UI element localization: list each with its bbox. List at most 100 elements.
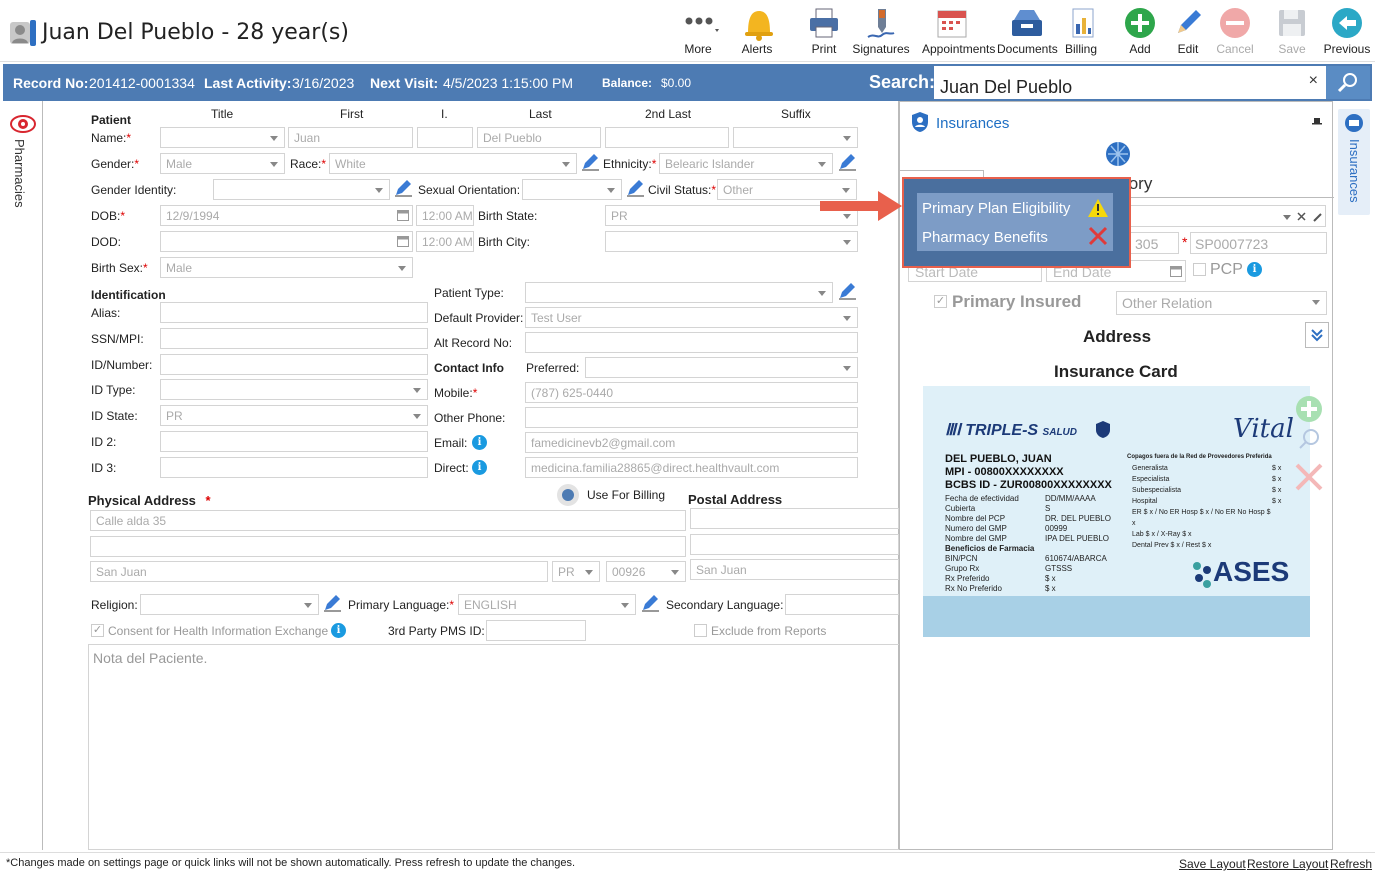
religion-pencil-icon[interactable] xyxy=(323,594,341,612)
religion-select[interactable] xyxy=(140,594,319,615)
alt-record-input[interactable] xyxy=(525,332,858,353)
dod-calendar-icon[interactable] xyxy=(397,235,409,247)
pharmacies-tab[interactable]: Pharmacies xyxy=(12,139,27,208)
more-dots-icon xyxy=(668,4,728,42)
patient-notes[interactable]: Nota del Paciente. xyxy=(88,644,899,850)
previous-button[interactable]: Previous xyxy=(1317,4,1375,60)
end-date-calendar-icon[interactable] xyxy=(1170,265,1182,277)
refresh-link[interactable]: Refresh xyxy=(1330,857,1372,871)
card-actions-icon[interactable] xyxy=(1293,395,1325,495)
search-button[interactable] xyxy=(1326,66,1370,99)
title-select[interactable] xyxy=(160,127,285,148)
more-button[interactable]: More xyxy=(668,4,728,60)
email-info-icon[interactable]: i xyxy=(472,435,487,450)
birth-sex-select[interactable]: Male xyxy=(160,257,413,278)
ethnicity-label: Ethnicity:* xyxy=(603,157,657,171)
second-last-input[interactable] xyxy=(605,127,729,148)
primary-plan-eligibility-item[interactable]: Primary Plan Eligibility xyxy=(917,193,1113,221)
search-input[interactable]: Juan Del Pueblo × xyxy=(934,66,1326,99)
pharmacy-benefits-item[interactable]: Pharmacy Benefits xyxy=(917,222,1113,250)
initial-input[interactable] xyxy=(417,127,473,148)
physical-state-select[interactable]: PR xyxy=(552,561,600,582)
first-name-input[interactable]: Juan xyxy=(288,127,413,148)
use-for-billing-radio[interactable] xyxy=(557,484,579,506)
preferred-select[interactable] xyxy=(585,357,858,378)
email-input[interactable]: famedicinevb2@gmail.com xyxy=(525,432,858,453)
documents-button[interactable]: Documents xyxy=(997,4,1058,60)
pcp-checkbox[interactable] xyxy=(1193,263,1206,276)
suffix-select[interactable] xyxy=(733,127,858,148)
billing-button[interactable]: Billing xyxy=(1051,4,1111,60)
cancel-button[interactable]: Cancel xyxy=(1205,4,1265,60)
id3-input[interactable] xyxy=(160,457,428,478)
id-number-input[interactable] xyxy=(160,354,428,375)
dob-input[interactable]: 12/9/1994 xyxy=(160,205,413,226)
primary-language-pencil-icon[interactable] xyxy=(641,594,659,612)
dod-input[interactable] xyxy=(160,231,413,252)
id-type-select[interactable] xyxy=(160,379,428,400)
policy-number-input[interactable]: SP0007723 xyxy=(1190,232,1327,254)
primary-language-select[interactable]: ENGLISH xyxy=(458,594,636,615)
insurance-shield-icon xyxy=(912,112,928,132)
default-provider-label: Default Provider: xyxy=(434,311,524,325)
pin-icon[interactable] xyxy=(1312,116,1322,126)
card-copay-row: Generalista $ x xyxy=(1132,465,1282,472)
consent-info-icon[interactable]: i xyxy=(331,623,346,638)
default-provider-select[interactable]: Test User xyxy=(525,307,858,328)
race-select[interactable]: White xyxy=(329,153,577,174)
direct-input[interactable]: medicina.familia28865@direct.healthvault… xyxy=(525,457,858,478)
ethnicity-edit-pencil-icon[interactable] xyxy=(838,153,856,171)
signatures-button[interactable]: Signatures xyxy=(851,4,911,60)
physical-city-input[interactable]: San Juan xyxy=(90,561,548,582)
restore-layout-link[interactable]: Restore Layout xyxy=(1247,857,1328,871)
plan-select-controls-icon[interactable] xyxy=(1281,212,1325,222)
physical-line1-input[interactable]: Calle alda 35 xyxy=(90,510,686,531)
race-edit-pencil-icon[interactable] xyxy=(581,153,599,171)
save-layout-link[interactable]: Save Layout xyxy=(1179,857,1246,871)
alias-input[interactable] xyxy=(160,302,428,323)
mobile-input[interactable]: (787) 625-0440 xyxy=(525,382,858,403)
birth-city-select[interactable] xyxy=(605,231,858,252)
ssn-input[interactable] xyxy=(160,328,428,349)
third-party-input[interactable] xyxy=(486,620,586,641)
postal-line2-input[interactable] xyxy=(690,534,899,555)
direct-info-icon[interactable]: i xyxy=(472,460,487,475)
ethnicity-select[interactable]: Belearic Islander xyxy=(659,153,833,174)
save-button[interactable]: Save xyxy=(1262,4,1322,60)
expand-address-button[interactable] xyxy=(1305,322,1329,348)
insurances-side-tab[interactable]: Insurances xyxy=(1338,109,1370,215)
exclude-reports-checkbox[interactable] xyxy=(694,624,707,637)
patient-type-pencil-icon[interactable] xyxy=(838,282,856,300)
consent-checkbox[interactable]: ✓ xyxy=(91,624,104,637)
id-state-select[interactable]: PR xyxy=(160,405,428,426)
dob-time-input[interactable]: 12:00 AM xyxy=(416,205,474,226)
pharmacy-eye-icon[interactable] xyxy=(10,113,36,135)
group-number-input[interactable]: 305 xyxy=(1130,232,1179,254)
clear-search-icon[interactable]: × xyxy=(1309,72,1318,90)
pcp-info-icon[interactable]: i xyxy=(1247,262,1262,277)
network-globe-icon[interactable] xyxy=(1103,139,1133,169)
other-phone-input[interactable] xyxy=(525,407,858,428)
religion-label: Religion: xyxy=(91,598,138,612)
dob-calendar-icon[interactable] xyxy=(397,209,409,221)
appointments-button[interactable]: Appointments xyxy=(922,4,995,60)
insurance-plan-select[interactable] xyxy=(1130,205,1326,227)
secondary-language-select[interactable] xyxy=(785,594,899,615)
gender-select[interactable]: Male xyxy=(160,153,285,174)
alerts-button[interactable]: Alerts xyxy=(727,4,787,60)
gender-identity-pencil-icon[interactable] xyxy=(394,179,412,197)
physical-line2-input[interactable] xyxy=(90,536,686,557)
postal-line1-input[interactable] xyxy=(690,508,899,529)
sexual-orientation-pencil-icon[interactable] xyxy=(626,179,644,197)
last-name-input[interactable]: Del Pueblo xyxy=(477,127,601,148)
physical-zip-select[interactable]: 00926 xyxy=(606,561,686,582)
print-button[interactable]: Print xyxy=(794,4,854,60)
sexual-orientation-select[interactable] xyxy=(522,179,622,200)
id2-input[interactable] xyxy=(160,431,428,452)
primary-insured-checkbox[interactable]: ✓ xyxy=(934,295,947,308)
postal-city-input[interactable]: San Juan xyxy=(690,559,899,580)
dod-time-input[interactable]: 12:00 AM xyxy=(416,231,474,252)
other-relation-select[interactable]: Other Relation xyxy=(1116,291,1327,315)
gender-identity-select[interactable] xyxy=(213,179,390,200)
patient-type-select[interactable] xyxy=(525,282,833,303)
